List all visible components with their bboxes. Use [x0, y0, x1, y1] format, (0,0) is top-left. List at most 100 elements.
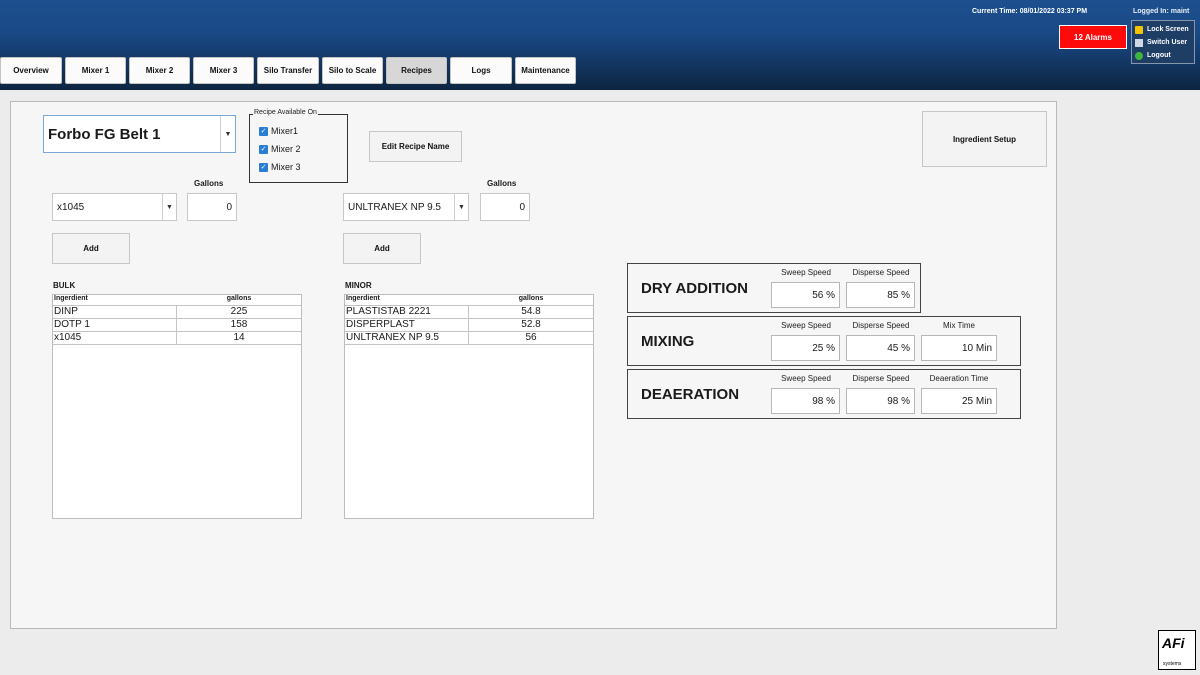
ingredient-cell: DINP — [53, 306, 177, 318]
bulk-add-button[interactable]: Add — [52, 233, 130, 264]
mix-time-field[interactable]: 10 Min — [921, 335, 997, 361]
recipe-available-on-title: Recipe Available On — [253, 109, 318, 116]
chevron-down-icon[interactable]: ▼ — [454, 194, 468, 220]
tab-mixer-2[interactable]: Mixer 2 — [129, 57, 190, 84]
table-row[interactable]: PLASTISTAB 2221 54.8 — [345, 306, 593, 319]
mixing-sweep-speed-field[interactable]: 25 % — [771, 335, 840, 361]
recipe-name: Forbo FG Belt 1 — [48, 126, 161, 143]
deaeration-time-label: Deaeration Time — [929, 374, 989, 383]
table-row[interactable]: UNLTRANEX NP 9.5 56 — [345, 332, 593, 345]
bulk-selected-ingredient: x1045 — [57, 202, 85, 213]
lock-icon — [1135, 25, 1143, 34]
lock-screen-label: Lock Screen — [1147, 26, 1189, 33]
table-row[interactable]: DINP 225 — [53, 306, 301, 319]
bulk-table: Ingerdient gallons DINP 225 DOTP 1 158 x… — [52, 294, 302, 519]
disperse-speed-label: Disperse Speed — [852, 374, 910, 383]
minor-ingredient-select[interactable]: UNLTRANEX NP 9.5 ▼ — [343, 193, 469, 221]
ingredient-cell: DOTP 1 — [53, 319, 177, 331]
ingredient-setup-button[interactable]: Ingredient Setup — [922, 111, 1047, 167]
chevron-down-icon[interactable]: ▼ — [220, 116, 235, 152]
deaeration-time-field[interactable]: 25 Min — [921, 388, 997, 414]
tab-maintenance[interactable]: Maintenance — [515, 57, 576, 84]
minor-gallons-input[interactable]: 0 — [480, 193, 530, 221]
gallons-cell: 158 — [230, 319, 248, 330]
recipe-available-on-group: Recipe Available On ✓ Mixer1 ✓ Mixer 2 ✓… — [249, 109, 348, 183]
tab-mixer-3[interactable]: Mixer 3 — [193, 57, 254, 84]
tab-silo-transfer[interactable]: Silo Transfer — [257, 57, 319, 84]
chevron-down-icon[interactable]: ▼ — [162, 194, 176, 220]
deaeration-sweep-speed-field[interactable]: 98 % — [771, 388, 840, 414]
sweep-speed-label: Sweep Speed — [781, 321, 831, 330]
table-row[interactable]: x1045 14 — [53, 332, 301, 345]
minor-gallons-label: Gallons — [487, 179, 517, 188]
recipe-select[interactable]: Forbo FG Belt 1 ▼ — [43, 115, 236, 153]
ingredient-cell: PLASTISTAB 2221 — [345, 306, 469, 318]
mixing-panel: MIXING Sweep Speed Disperse Speed Mix Ti… — [627, 316, 1021, 366]
mixing-disperse-speed-field[interactable]: 45 % — [846, 335, 915, 361]
mixer3-label: Mixer 3 — [271, 162, 301, 172]
deaeration-disperse-speed-field[interactable]: 98 % — [846, 388, 915, 414]
dry-disperse-speed-field[interactable]: 85 % — [846, 282, 915, 308]
table-row[interactable]: DISPERPLAST 52.8 — [345, 319, 593, 332]
logo-subtitle: systems — [1163, 661, 1182, 667]
gallons-cell: 54.8 — [521, 306, 541, 317]
checkbox-checked-icon[interactable]: ✓ — [259, 126, 268, 136]
bulk-gallons-input[interactable]: 0 — [187, 193, 237, 221]
lock-screen-button[interactable]: Lock Screen — [1135, 23, 1191, 36]
ingredient-cell: DISPERPLAST — [345, 319, 469, 331]
tab-recipes[interactable]: Recipes — [386, 57, 447, 84]
column-header-gallons: gallons — [226, 295, 252, 302]
table-header: Ingerdient gallons — [53, 295, 301, 306]
logout-icon — [1135, 51, 1143, 60]
alarms-button[interactable]: 12 Alarms — [1059, 25, 1127, 49]
bulk-title: BULK — [53, 281, 76, 290]
switch-user-button[interactable]: Switch User — [1135, 36, 1191, 49]
sweep-speed-label: Sweep Speed — [781, 374, 831, 383]
sweep-speed-label: Sweep Speed — [781, 268, 831, 277]
tab-silo-to-scale[interactable]: Silo to Scale — [322, 57, 383, 84]
checkbox-checked-icon[interactable]: ✓ — [259, 144, 268, 154]
mixer2-label: Mixer 2 — [271, 144, 301, 154]
minor-title: MINOR — [345, 281, 372, 290]
mix-time-label: Mix Time — [943, 321, 975, 330]
gallons-cell: 52.8 — [521, 319, 541, 330]
table-row[interactable]: DOTP 1 158 — [53, 319, 301, 332]
logged-in-user: Logged In: maint — [1133, 8, 1190, 15]
mixer1-label: Mixer1 — [271, 126, 299, 136]
ingredient-cell: UNLTRANEX NP 9.5 — [345, 332, 469, 344]
disperse-speed-label: Disperse Speed — [852, 321, 910, 330]
table-header: Ingerdient gallons — [345, 295, 593, 306]
switch-user-icon — [1135, 38, 1143, 47]
disperse-speed-label: Disperse Speed — [852, 268, 910, 277]
mixer2-checkbox[interactable]: ✓ Mixer 2 — [259, 144, 301, 154]
tab-logs[interactable]: Logs — [450, 57, 512, 84]
current-time: Current Time: 08/01/2022 03:37 PM — [972, 8, 1088, 15]
logout-button[interactable]: Logout — [1135, 49, 1191, 62]
tab-mixer-1[interactable]: Mixer 1 — [65, 57, 126, 84]
edit-recipe-name-button[interactable]: Edit Recipe Name — [369, 131, 462, 162]
gallons-cell: 14 — [233, 332, 245, 343]
dry-addition-panel: DRY ADDITION Sweep Speed Disperse Speed … — [627, 263, 921, 313]
column-header-ingredient: Ingerdient — [54, 295, 88, 302]
switch-user-label: Switch User — [1147, 39, 1188, 46]
tab-overview[interactable]: Overview — [0, 57, 62, 84]
gallons-cell: 225 — [230, 306, 248, 317]
mixer3-checkbox[interactable]: ✓ Mixer 3 — [259, 162, 301, 172]
bulk-gallons-label: Gallons — [194, 179, 224, 188]
gallons-cell: 56 — [525, 332, 537, 343]
dry-addition-title: DRY ADDITION — [641, 280, 748, 297]
ingredient-cell: x1045 — [53, 332, 177, 344]
minor-add-button[interactable]: Add — [343, 233, 421, 264]
logo-mark: AFi — [1162, 635, 1185, 651]
mixing-title: MIXING — [641, 333, 695, 350]
dry-sweep-speed-field[interactable]: 56 % — [771, 282, 840, 308]
deaeration-title: DEAERATION — [641, 386, 740, 403]
mixer1-checkbox[interactable]: ✓ Mixer1 — [259, 126, 298, 136]
logout-label: Logout — [1147, 52, 1171, 59]
column-header-ingredient: Ingerdient — [346, 295, 380, 302]
deaeration-panel: DEAERATION Sweep Speed Disperse Speed De… — [627, 369, 1021, 419]
user-menu: Lock Screen Switch User Logout — [1131, 20, 1195, 64]
checkbox-checked-icon[interactable]: ✓ — [259, 162, 268, 172]
bulk-ingredient-select[interactable]: x1045 ▼ — [52, 193, 177, 221]
minor-table: Ingerdient gallons PLASTISTAB 2221 54.8 … — [344, 294, 594, 519]
